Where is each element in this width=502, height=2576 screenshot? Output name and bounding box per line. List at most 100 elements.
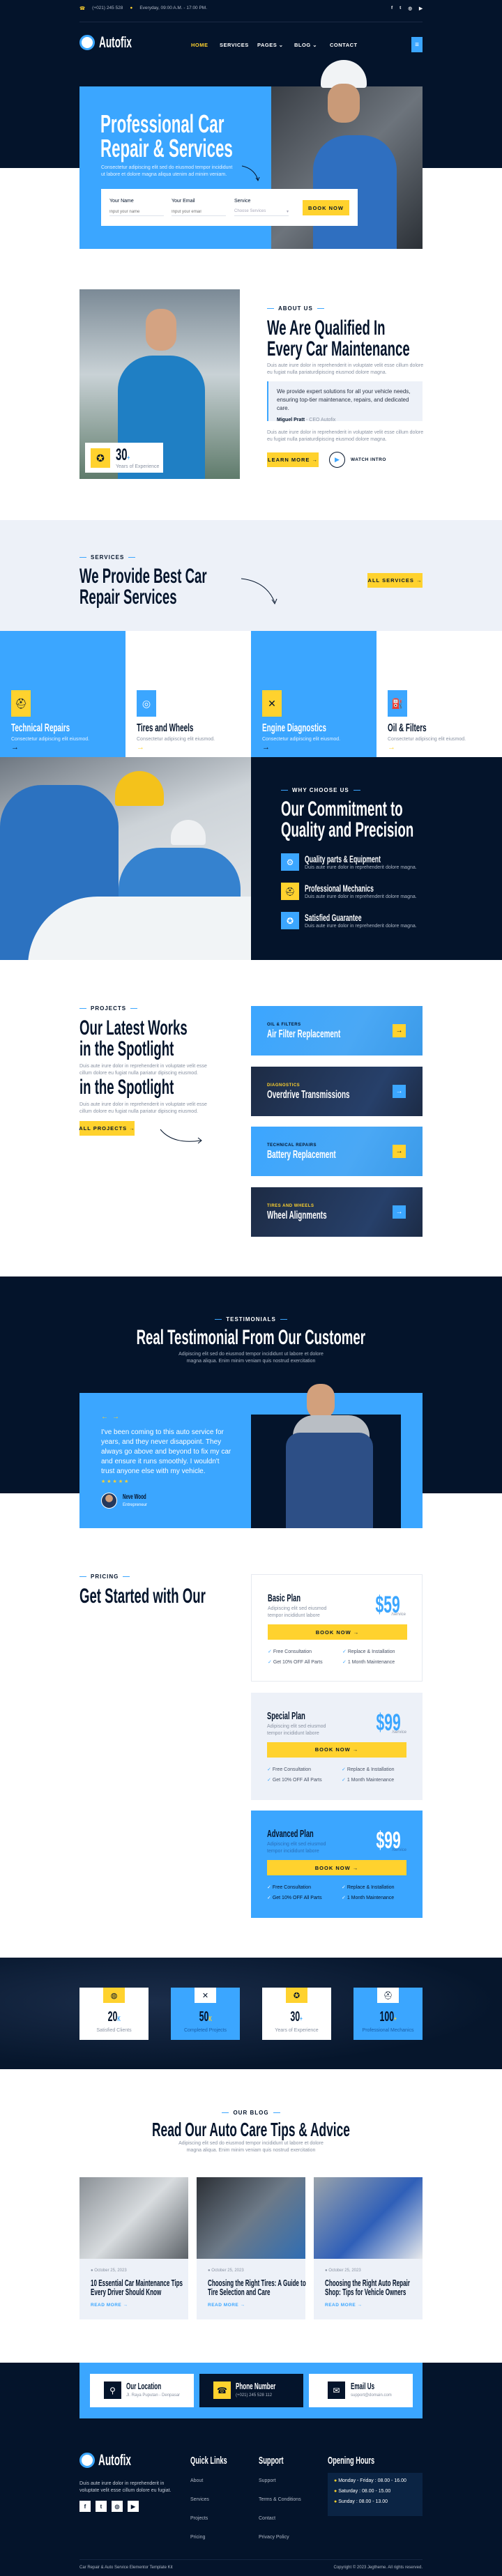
footer-link[interactable]: Support xyxy=(259,2478,301,2483)
experience-counter: ✪ 30+ Years of Experience xyxy=(85,443,163,473)
arrow-left-icon[interactable]: ← xyxy=(101,1413,108,1421)
twitter-icon[interactable]: t xyxy=(400,6,401,22)
blog-card[interactable]: ● October 25, 2023 Choosing the Right Ti… xyxy=(197,2177,306,2319)
project-card[interactable]: TIRES AND WHEELS Wheel Alignments → xyxy=(251,1187,423,1237)
play-button[interactable]: ▶ xyxy=(329,452,345,468)
youtube-icon[interactable]: ▶ xyxy=(419,6,423,22)
tire-icon: ◎ xyxy=(137,690,156,717)
mechanics-working-image xyxy=(0,757,251,960)
project-card[interactable]: OIL & FILTERS Air Filter Replacement → xyxy=(251,1006,423,1055)
read-more-link[interactable]: READ MORE → xyxy=(325,2303,363,2308)
learn-more-button[interactable]: LEARN MORE → xyxy=(267,452,319,467)
plan-feature: ✓ Free Consultation xyxy=(268,1649,312,1654)
blog-date: ● October 25, 2023 xyxy=(91,2269,127,2273)
hero-title: Professional Car Repair & Services xyxy=(100,109,233,162)
nav-services[interactable]: SERVICES xyxy=(220,42,249,48)
stat-card: ✪ 30+ Years of Experience xyxy=(262,1988,331,2040)
instagram-icon[interactable]: ◎ xyxy=(112,2501,123,2512)
check-icon: ✓ xyxy=(342,1767,346,1772)
service-card[interactable]: ⛽ Oil & Filters Consectetur adipiscing e… xyxy=(376,631,502,757)
arrow-right-icon[interactable]: → xyxy=(262,743,270,752)
facebook-icon[interactable]: f xyxy=(391,6,393,22)
plan-book-button[interactable]: BOOK NOW → xyxy=(267,1860,406,1875)
arrow-right-icon[interactable]: → xyxy=(393,1024,406,1037)
footer-link[interactable]: Contact xyxy=(259,2516,301,2521)
check-icon: ✓ xyxy=(342,1885,346,1890)
oil-icon: ⛽ xyxy=(388,690,407,717)
why-item: ✪ Satisfied Guarantee Duis aute irure do… xyxy=(281,912,455,933)
blog-image xyxy=(314,2177,423,2259)
blog-image xyxy=(197,2177,305,2259)
quote-author: Miguel Pratt xyxy=(277,418,305,422)
arrow-right-icon[interactable]: → xyxy=(11,743,19,752)
book-now-button[interactable]: BOOK NOW xyxy=(303,200,349,215)
twitter-icon[interactable]: t xyxy=(96,2501,107,2512)
booking-form: Your Name Your Email Service Choose Serv… xyxy=(101,189,358,226)
service-desc: Consectetur adipiscing elit eiusmod. xyxy=(137,737,215,742)
arrow-right-icon[interactable]: → xyxy=(137,743,144,752)
blog-card[interactable]: ● October 25, 2023 Choosing the Right Au… xyxy=(314,2177,423,2319)
service-label: Service xyxy=(234,199,251,204)
instagram-icon[interactable]: ◎ xyxy=(408,6,412,22)
about-title: We Are Qualified In Every Car Maintenanc… xyxy=(267,317,410,360)
all-projects-button[interactable]: ALL PROJECTS → xyxy=(79,1121,135,1136)
check-icon: ✓ xyxy=(267,1896,271,1900)
service-select[interactable]: Choose Services ▾ xyxy=(234,208,289,216)
project-card[interactable]: TECHNICAL REPAIRS Battery Replacement → xyxy=(251,1127,423,1176)
plan-book-button[interactable]: BOOK NOW → xyxy=(268,1624,407,1640)
nav-blog[interactable]: BLOG ⌄ xyxy=(294,42,317,48)
clock-icon: ● xyxy=(334,2489,337,2494)
all-services-button[interactable]: ALL SERVICES → xyxy=(367,573,423,588)
logo[interactable]: Autofix xyxy=(79,35,152,50)
plan-feature: ✓ Get 10% OFF All Parts xyxy=(268,1660,323,1665)
youtube-icon[interactable]: ▶ xyxy=(128,2501,139,2512)
nav-home[interactable]: HOME xyxy=(191,42,208,48)
arrow-right-icon[interactable]: → xyxy=(112,1413,119,1421)
nav-contact[interactable]: CONTACT xyxy=(330,42,358,48)
read-more-link[interactable]: READ MORE → xyxy=(208,2303,245,2308)
mechanic-icon: ⛑ xyxy=(11,690,31,717)
service-card[interactable]: ✕ Engine Diagnostics Consectetur adipisc… xyxy=(251,631,376,757)
plan-book-button[interactable]: BOOK NOW → xyxy=(267,1742,406,1758)
pricing-label: PRICING xyxy=(79,1573,130,1580)
project-card[interactable]: DIAGNOSTICS Overdrive Transmissions → xyxy=(251,1066,423,1116)
read-more-link[interactable]: READ MORE → xyxy=(91,2303,128,2308)
blog-card[interactable]: ● October 25, 2023 10 Essential Car Main… xyxy=(79,2177,188,2319)
plan-feature: ✓ Replace & Installation xyxy=(342,1767,395,1772)
email-input[interactable] xyxy=(172,208,226,216)
check-icon: ✓ xyxy=(268,1660,272,1665)
arrow-right-icon[interactable]: → xyxy=(393,1145,406,1158)
stat-card: ◍ 20K Satisfied Clients xyxy=(79,1988,149,2040)
clock-icon: ● xyxy=(91,2269,93,2273)
watch-intro-link[interactable]: WATCH INTRO xyxy=(351,457,386,462)
footer-link[interactable]: Terms & Conditions xyxy=(259,2497,301,2502)
why-label: WHY CHOOSE US xyxy=(281,787,360,793)
badge-icon: ✪ xyxy=(281,912,299,929)
footer-link[interactable]: Pricing xyxy=(190,2535,250,2540)
service-card[interactable]: ⛑ Technical Repairs Consectetur adipisci… xyxy=(0,631,126,757)
service-card[interactable]: ◎ Tires and Wheels Consectetur adipiscin… xyxy=(126,631,251,757)
footer-link[interactable]: Privacy Policy xyxy=(259,2535,301,2540)
check-icon: ✓ xyxy=(342,1777,346,1783)
about-text-1: Duis aute irure dolor in reprehenderit i… xyxy=(267,363,424,375)
footer-link[interactable]: Services xyxy=(190,2497,250,2502)
badge-icon: ✪ xyxy=(286,1988,307,2003)
arrow-right-icon[interactable]: → xyxy=(388,743,395,752)
name-input[interactable] xyxy=(109,208,164,216)
topbar-phone: (+021) 245 528 xyxy=(92,6,123,10)
facebook-icon[interactable]: f xyxy=(79,2501,91,2512)
plan-feature: ✓ Get 10% OFF All Parts xyxy=(267,1896,322,1900)
plan-feature: ✓ Replace & Installation xyxy=(342,1649,395,1654)
stat-card: ⛑ 100+ Professional Mechanics xyxy=(353,1988,423,2040)
footer-link[interactable]: About xyxy=(190,2478,250,2483)
footer-logo[interactable]: Autofix xyxy=(79,2453,151,2468)
testimonials-header: TESTIMONIALS Real Testimonial From Our C… xyxy=(136,1316,366,1364)
footer-link[interactable]: Projects xyxy=(190,2516,250,2521)
plan-desc: Adipiscing elit sed eiusmod tempor incidi… xyxy=(267,1723,326,1736)
menu-button[interactable]: ≡ xyxy=(411,37,423,52)
opening-hours: Opening Hours xyxy=(328,2455,375,2467)
nav-pages[interactable]: PAGES ⌄ xyxy=(257,42,284,48)
arrow-right-icon[interactable]: → xyxy=(393,1084,406,1098)
hero-face xyxy=(328,84,360,123)
arrow-right-icon[interactable]: → xyxy=(393,1205,406,1219)
